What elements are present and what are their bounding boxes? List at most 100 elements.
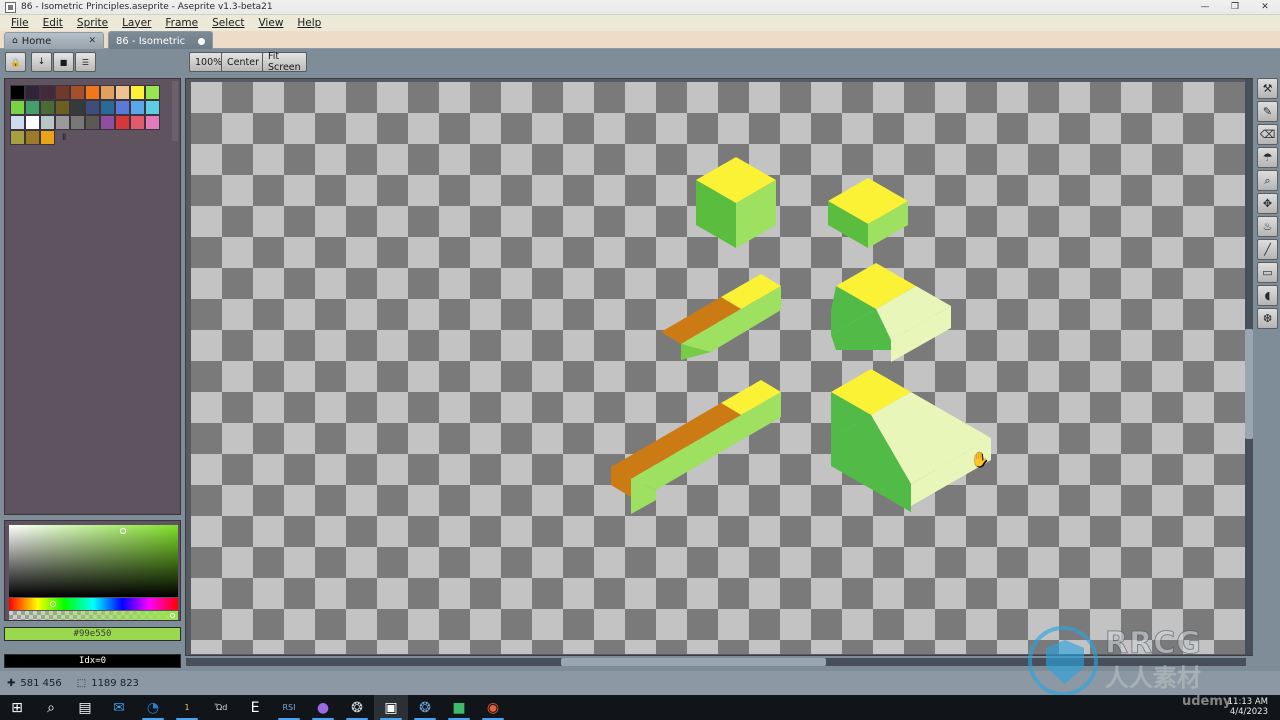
taskbar-chrome-icon[interactable]: ◉ <box>476 695 510 720</box>
palette-swatch[interactable] <box>145 85 160 100</box>
palette-swatch[interactable] <box>70 85 85 100</box>
magic-wand-icon[interactable]: ⚒ <box>1257 78 1278 99</box>
taskbar-epic-games-icon[interactable]: E <box>238 695 272 720</box>
menu-file[interactable]: File <box>4 16 36 31</box>
palette-swatch[interactable] <box>145 115 160 130</box>
menu-help[interactable]: Help <box>290 16 328 31</box>
canvas-horizontal-scrollbar[interactable] <box>186 658 1246 666</box>
hue-cursor[interactable] <box>50 601 56 607</box>
close-button[interactable]: ✕ <box>1250 0 1280 15</box>
taskbar-media-player-icon[interactable]: ● <box>306 695 340 720</box>
palette-swatch[interactable] <box>25 130 40 145</box>
palette-grid[interactable] <box>10 85 175 130</box>
canvas-vertical-scrollbar[interactable] <box>1245 79 1253 655</box>
palette-swatch[interactable] <box>40 100 55 115</box>
load-palette-button[interactable]: ↓ <box>31 52 52 72</box>
palette-swatch[interactable] <box>145 100 160 115</box>
palette-swatch[interactable] <box>130 115 145 130</box>
palette-swatch[interactable] <box>85 115 100 130</box>
taskbar-mail-icon[interactable]: ✉ <box>102 695 136 720</box>
saturation-value-area[interactable] <box>9 525 178 597</box>
palette-swatch[interactable] <box>130 85 145 100</box>
line-icon[interactable]: ╱ <box>1257 239 1278 260</box>
canvas-size-icon: ⬚ <box>77 678 86 689</box>
rectangle-icon[interactable]: ▭ <box>1257 262 1278 283</box>
palette-swatch[interactable] <box>85 100 100 115</box>
zoom-icon[interactable]: ⌕ <box>1257 170 1278 191</box>
pencil-icon[interactable]: ✎ <box>1257 101 1278 122</box>
palette-swatch[interactable] <box>100 100 115 115</box>
menu-view[interactable]: View <box>251 16 290 31</box>
maximize-button[interactable]: ❐ <box>1220 0 1250 15</box>
palette-index-field[interactable]: Idx=0 <box>4 654 181 668</box>
palette-swatch[interactable] <box>85 85 100 100</box>
canvas-area[interactable]: ✋ <box>185 78 1253 656</box>
taskbar-store-icon[interactable]: Ὤd <box>204 695 238 720</box>
minimize-button[interactable]: — <box>1190 0 1220 15</box>
vertical-scroll-thumb[interactable] <box>1245 329 1253 439</box>
system-clock[interactable]: 11:13 AM 4/4/2023 <box>1228 697 1268 717</box>
palette-swatch[interactable] <box>40 115 55 130</box>
palette-swatch[interactable] <box>10 85 25 100</box>
taskbar-app-green-icon[interactable]: ■ <box>442 695 476 720</box>
taskbar-file-explorer-icon[interactable]: ὜1 <box>170 695 204 720</box>
palette-swatch[interactable] <box>100 85 115 100</box>
palette-size-button[interactable]: ■ <box>53 52 74 72</box>
fit-screen-button[interactable]: Fit Screen <box>262 52 307 72</box>
palette-swatch[interactable] <box>70 100 85 115</box>
eyedropper-icon[interactable]: ☂ <box>1257 147 1278 168</box>
palette-options-button[interactable]: ☰ <box>75 52 96 72</box>
alpha-slider[interactable] <box>9 611 178 620</box>
close-icon[interactable]: ✕ <box>88 36 96 46</box>
palette-swatch[interactable] <box>130 100 145 115</box>
menu-layer[interactable]: Layer <box>115 16 158 31</box>
contour-icon[interactable]: ◖ <box>1257 285 1278 306</box>
window-titlebar: 86 - Isometric Principles.aseprite - Ase… <box>0 0 1280 15</box>
center-button[interactable]: Center <box>221 52 265 72</box>
menu-frame[interactable]: Frame <box>158 16 205 31</box>
palette-swatch[interactable] <box>10 130 25 145</box>
palette-swatch[interactable] <box>115 115 130 130</box>
menu-sprite[interactable]: Sprite <box>70 16 115 31</box>
lock-palette-button[interactable]: 🔒 <box>5 52 26 72</box>
palette-grid-row4[interactable] <box>10 130 55 145</box>
palette-swatch[interactable] <box>55 85 70 100</box>
eraser-icon[interactable]: ⌫ <box>1257 124 1278 145</box>
taskbar-search-icon[interactable]: ⌕ <box>34 695 68 720</box>
alpha-cursor[interactable] <box>170 613 175 618</box>
palette-swatch[interactable] <box>10 100 25 115</box>
palette-swatch[interactable] <box>25 100 40 115</box>
palette-swatch[interactable] <box>55 100 70 115</box>
palette-swatch[interactable] <box>70 115 85 130</box>
palette-swatch[interactable] <box>115 100 130 115</box>
taskbar-start-button[interactable]: ⊞ <box>0 695 34 720</box>
sv-cursor[interactable] <box>120 528 126 534</box>
paint-bucket-icon[interactable]: ♨ <box>1257 216 1278 237</box>
taskbar-aseprite-icon[interactable]: ▣ <box>374 695 408 720</box>
horizontal-scroll-thumb[interactable] <box>561 658 826 666</box>
palette-swatch[interactable] <box>40 130 55 145</box>
palette-swatch[interactable] <box>100 115 115 130</box>
palette-swatch[interactable] <box>25 115 40 130</box>
hue-slider[interactable] <box>9 598 178 610</box>
hex-value-field[interactable]: #99e550 <box>4 627 181 641</box>
palette-swatch[interactable] <box>115 85 130 100</box>
palette-swatch[interactable] <box>40 85 55 100</box>
tab-home[interactable]: ⌂ Home ✕ <box>4 32 104 49</box>
move-icon[interactable]: ✥ <box>1257 193 1278 214</box>
tab-isometric[interactable]: 86 - Isometric <box>108 31 213 50</box>
palette-swatch[interactable] <box>25 85 40 100</box>
spray-icon[interactable]: ❆ <box>1257 308 1278 329</box>
app-icon <box>5 2 16 13</box>
menu-select[interactable]: Select <box>205 16 251 31</box>
taskbar-blender-icon[interactable]: ❂ <box>408 695 442 720</box>
taskbar-steam-icon[interactable]: ❂ <box>340 695 374 720</box>
zoom-icon-glyph: ⌕ <box>1264 174 1270 188</box>
palette-swatch[interactable] <box>10 115 25 130</box>
menu-edit[interactable]: Edit <box>36 16 70 31</box>
taskbar-task-view-icon[interactable]: ▤ <box>68 695 102 720</box>
palette-scrollbar[interactable] <box>172 81 178 141</box>
taskbar-edge-icon[interactable]: ◔ <box>136 695 170 720</box>
palette-swatch[interactable] <box>55 115 70 130</box>
taskbar-rsi-launcher-icon[interactable]: RSI <box>272 695 306 720</box>
